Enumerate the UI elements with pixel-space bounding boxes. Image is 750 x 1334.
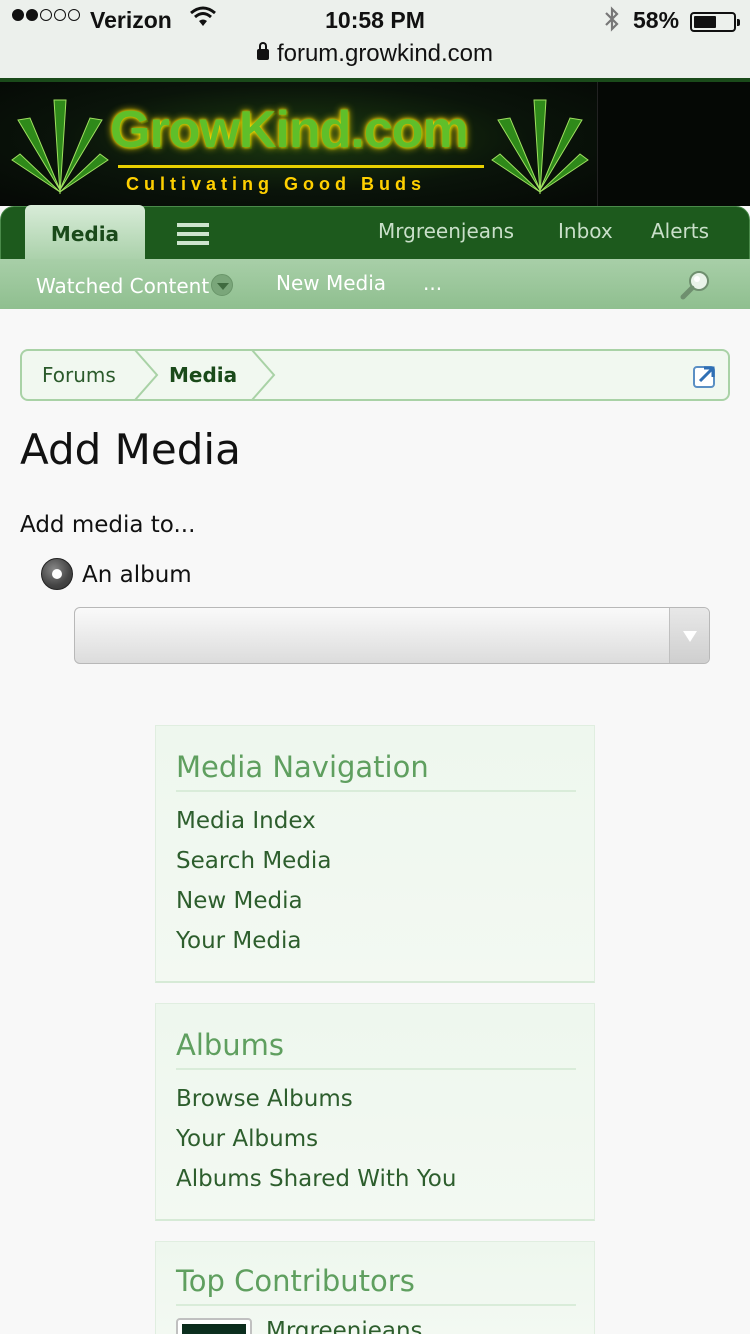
bluetooth-icon <box>602 6 622 38</box>
search-media-link[interactable]: Search Media <box>176 848 331 874</box>
battery-percent: 58% <box>633 7 680 33</box>
new-media-link[interactable]: New Media <box>276 271 386 295</box>
panel-divider <box>176 1304 576 1306</box>
watched-content-link[interactable]: Watched Content <box>36 271 234 298</box>
breadcrumb: Forums Media <box>20 349 730 401</box>
alerts-link[interactable]: Alerts <box>651 219 709 243</box>
breadcrumb-separator-icon <box>251 350 276 400</box>
your-albums-link[interactable]: Your Albums <box>176 1126 318 1152</box>
battery-icon <box>690 12 740 32</box>
chevron-down-icon[interactable] <box>669 608 709 663</box>
album-select[interactable] <box>74 607 710 664</box>
top-contributors-panel: Top Contributors Mrgreenjeans <box>155 1241 595 1334</box>
user-menu-link[interactable]: Mrgreenjeans <box>378 219 514 243</box>
more-menu-link[interactable]: ... <box>423 271 442 295</box>
lock-icon <box>256 42 269 60</box>
browse-albums-link[interactable]: Browse Albums <box>176 1086 353 1112</box>
site-banner[interactable]: GrowKind.com Cultivating Good Buds <box>0 82 750 206</box>
media-index-link[interactable]: Media Index <box>176 808 316 834</box>
media-navigation-panel: Media Navigation Media Index Search Medi… <box>155 725 595 983</box>
add-media-to-label: Add media to... <box>20 512 196 538</box>
panel-title: Media Navigation <box>176 750 429 784</box>
your-media-link[interactable]: Your Media <box>176 928 302 954</box>
leaf-right-icon <box>491 99 589 195</box>
sub-navigation: Watched Content New Media ... <box>0 259 750 309</box>
panel-divider <box>176 790 576 792</box>
leaf-left-icon <box>11 99 109 195</box>
main-navigation: Media Mrgreenjeans Inbox Alerts <box>0 205 750 261</box>
address-bar[interactable]: forum.growkind.com <box>0 40 750 68</box>
banner-image: GrowKind.com Cultivating Good Buds <box>0 82 598 206</box>
url-text: forum.growkind.com <box>276 40 494 67</box>
hamburger-menu-icon[interactable] <box>177 223 209 245</box>
new-media-sidebar-link[interactable]: New Media <box>176 888 303 914</box>
search-icon[interactable] <box>680 269 712 301</box>
panel-title: Albums <box>176 1028 285 1062</box>
albums-panel: Albums Browse Albums Your Albums Albums … <box>155 1003 595 1221</box>
watched-content-label: Watched Content <box>36 274 210 298</box>
site-logo: GrowKind.com <box>110 101 469 159</box>
panel-divider <box>176 1068 576 1070</box>
panel-title: Top Contributors <box>176 1264 415 1298</box>
site-tagline: Cultivating Good Buds <box>126 174 426 194</box>
breadcrumb-separator-icon <box>134 350 159 400</box>
album-radio-label[interactable]: An album <box>82 562 192 588</box>
contributor-link[interactable]: Mrgreenjeans <box>266 1318 423 1334</box>
albums-shared-link[interactable]: Albums Shared With You <box>176 1166 456 1192</box>
album-radio[interactable] <box>41 558 73 590</box>
inbox-link[interactable]: Inbox <box>558 219 613 243</box>
page-title: Add Media <box>20 425 241 474</box>
breadcrumb-media[interactable]: Media <box>169 363 237 387</box>
breadcrumb-forums[interactable]: Forums <box>42 363 116 387</box>
avatar[interactable] <box>176 1318 252 1334</box>
tab-media[interactable]: Media <box>25 205 145 261</box>
chevron-down-icon[interactable] <box>211 274 234 296</box>
status-bar: Verizon 10:58 PM 58% forum.growkind.com <box>0 0 750 82</box>
jump-to-page-icon[interactable] <box>692 363 718 389</box>
logo-underline <box>118 165 484 168</box>
